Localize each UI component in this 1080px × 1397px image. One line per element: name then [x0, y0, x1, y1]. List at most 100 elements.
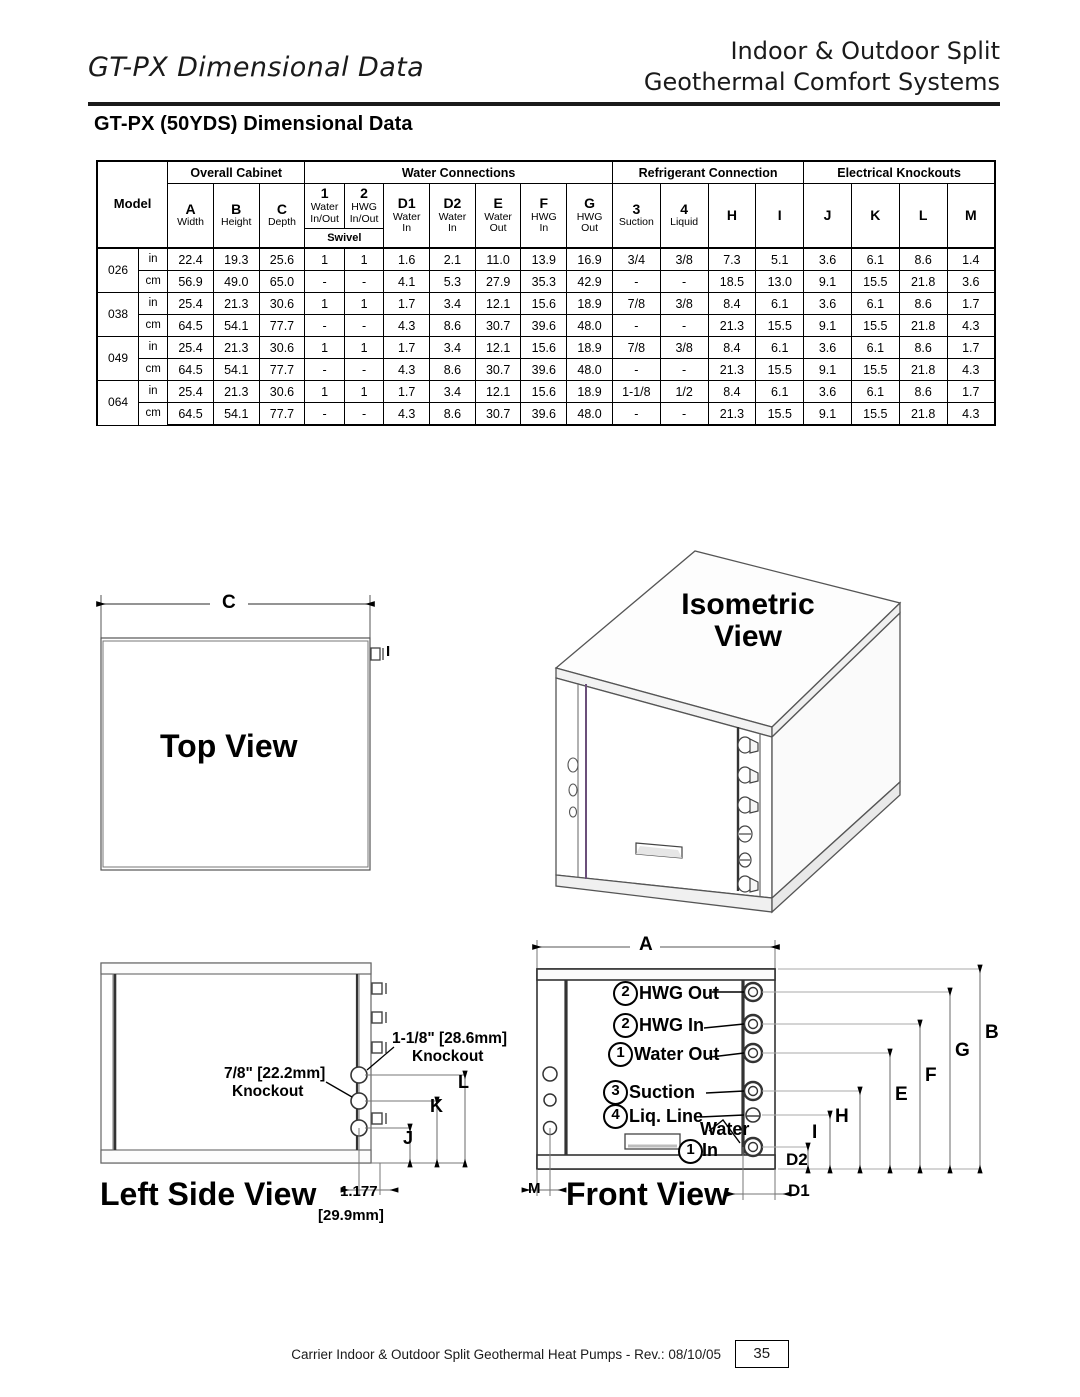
front-view-title: Front View: [566, 1176, 729, 1212]
table-cell-unit: cm: [138, 270, 169, 293]
column-subtitle: Depth: [267, 216, 296, 229]
front-view-dim-m: M: [528, 1180, 541, 1197]
table-cell-value: 8.6: [429, 358, 476, 381]
column-code: M: [964, 206, 977, 223]
table-cell-value: 18.9: [566, 292, 613, 315]
front-view-dim-f: F: [925, 1065, 937, 1086]
table-cell-value: 54.1: [212, 358, 260, 381]
front-view-drawing: [521, 940, 983, 1200]
table-cell-value: -: [611, 358, 661, 381]
table-cell-value: 4.3: [946, 358, 996, 381]
front-view-dim-a: A: [639, 934, 653, 955]
left-side-dim-offset-mm: [29.9mm]: [318, 1207, 384, 1224]
isometric-title-line2: View: [714, 619, 782, 653]
table-cell-value: 15.5: [755, 402, 805, 426]
column-code: 1: [320, 185, 329, 202]
table-cell-value: 6.1: [850, 336, 900, 359]
front-view-dim-g: G: [955, 1040, 970, 1061]
top-view-dim-i: I: [386, 643, 391, 660]
table-column-header-J: J: [803, 183, 852, 249]
page-number: 35: [734, 1340, 789, 1368]
table-cell-value: 3.4: [429, 380, 476, 403]
table-cell-value: 54.1: [212, 402, 260, 426]
table-cell-value: 8.6: [898, 247, 948, 271]
port-number-badge: 1: [608, 1042, 633, 1067]
table-cell-model: 049: [96, 336, 140, 381]
table-cell-value: 1: [343, 380, 385, 403]
table-cell-value: 21.3: [707, 402, 757, 426]
table-cell-value: 39.6: [520, 358, 568, 381]
table-cell-value: 4.3: [383, 358, 431, 381]
document-page: GT-PX Dimensional Data Indoor & Outdoor …: [0, 0, 1080, 1397]
port-number-badge: 2: [613, 981, 638, 1006]
table-column-header-E: E Water Out: [474, 183, 522, 249]
table-cell-value: 12.1: [474, 336, 522, 359]
table-cell-value: 21.8: [898, 270, 948, 293]
table-cell-value: 3.6: [803, 292, 852, 315]
left-side-dim-l: L: [458, 1072, 469, 1092]
table-cell-value: 15.5: [850, 314, 900, 337]
table-cell-value: 27.9: [474, 270, 522, 293]
table-cell-value: 30.6: [258, 336, 306, 359]
table-cell-value: 1.7: [946, 292, 996, 315]
page-title: GT-PX (50YDS) Dimensional Data: [94, 113, 413, 135]
front-view-dim-e: E: [895, 1084, 908, 1105]
table-cell-value: 42.9: [566, 270, 613, 293]
column-code: C: [276, 200, 288, 217]
table-column-header-D1: D1 Water In: [383, 183, 431, 249]
table-cell-value: 9.1: [803, 402, 852, 426]
left-side-callout-large-text: Knockout: [412, 1048, 484, 1065]
left-side-dim-offset-inches: 1.177: [340, 1183, 378, 1200]
table-cell-value: 54.1: [212, 314, 260, 337]
table-cell-value: 15.6: [520, 292, 568, 315]
page-header: GT-PX Dimensional Data Indoor & Outdoor …: [88, 36, 1000, 106]
table-cell-value: 4.3: [383, 314, 431, 337]
table-cell-value: 30.6: [258, 292, 306, 315]
column-subtitle: Width: [177, 216, 204, 229]
column-subtitle: HWG Out: [576, 210, 603, 235]
table-cell-value: 21.3: [212, 380, 260, 403]
table-cell-value: 3.6: [946, 270, 996, 293]
table-cell-value: 1.6: [383, 247, 431, 271]
table-cell-value: 1-1/8: [611, 380, 661, 403]
column-code: 3: [632, 200, 641, 217]
column-code: D1: [397, 194, 416, 211]
table-body: 026 in 22.4 19.3 25.6 1 1 1.6 2.1 11.0 13.9 16.9 3/4…: [96, 247, 996, 426]
table-cell-value: 21.3: [212, 336, 260, 359]
table-column-header-2: 2 HWG In/Out: [343, 183, 385, 229]
table-cell-unit: in: [138, 336, 169, 359]
port-label: Water Out: [634, 1044, 720, 1064]
table-cell-value: -: [659, 358, 709, 381]
table-cell-value: 15.6: [520, 380, 568, 403]
table-row: cm 64.5 54.1 77.7- -4.3 8.6 30.7 39.6 48.0- -21.3…: [97, 314, 996, 337]
table-cell-value: -: [343, 358, 385, 381]
table-row: 038 in 25.4 21.3 30.6 1 1 1.7 3.4 12.1 15.6 18.9 7/8…: [96, 292, 996, 337]
table-cell-value: 3.6: [803, 336, 852, 359]
table-cell-unit: cm: [138, 314, 169, 337]
table-cell-unit: in: [138, 292, 169, 315]
table-cell-value: 6.1: [755, 292, 805, 315]
table-cell-value: 64.5: [167, 314, 214, 337]
table-cell-value: 3.4: [429, 292, 476, 315]
table-cell-value: 77.7: [258, 402, 306, 426]
left-side-callout-small-text: Knockout: [232, 1083, 304, 1100]
table-group-header: Overall Cabinet: [167, 160, 306, 184]
table-row: cm 64.5 54.1 77.7- -4.3 8.6 30.7 39.6 48.0- -21.3…: [97, 358, 996, 381]
table-cell-value: 21.8: [898, 314, 948, 337]
table-cell-value: 3/8: [659, 292, 709, 315]
table-cell-value: 1: [304, 336, 345, 359]
table-cell-value: 77.7: [258, 314, 306, 337]
table-cell-value: 30.7: [474, 358, 522, 381]
port-label: Liq. Line: [629, 1106, 703, 1126]
table-cell-value: 7.3: [707, 247, 757, 271]
table-cell-value: 13.0: [755, 270, 805, 293]
column-code: G: [584, 194, 595, 211]
table-cell-value: 64.5: [167, 402, 214, 426]
table-cell-value: 9.1: [803, 270, 852, 293]
table-cell-value: 8.4: [707, 292, 757, 315]
dimensional-data-table-wrap: Model Overall Cabinet Water Connections Ref…: [96, 160, 997, 426]
column-code: I: [777, 206, 782, 223]
table-cell-value: 12.1: [474, 380, 522, 403]
table-cell-value: 1: [343, 292, 385, 315]
table-cell-value: -: [343, 314, 385, 337]
